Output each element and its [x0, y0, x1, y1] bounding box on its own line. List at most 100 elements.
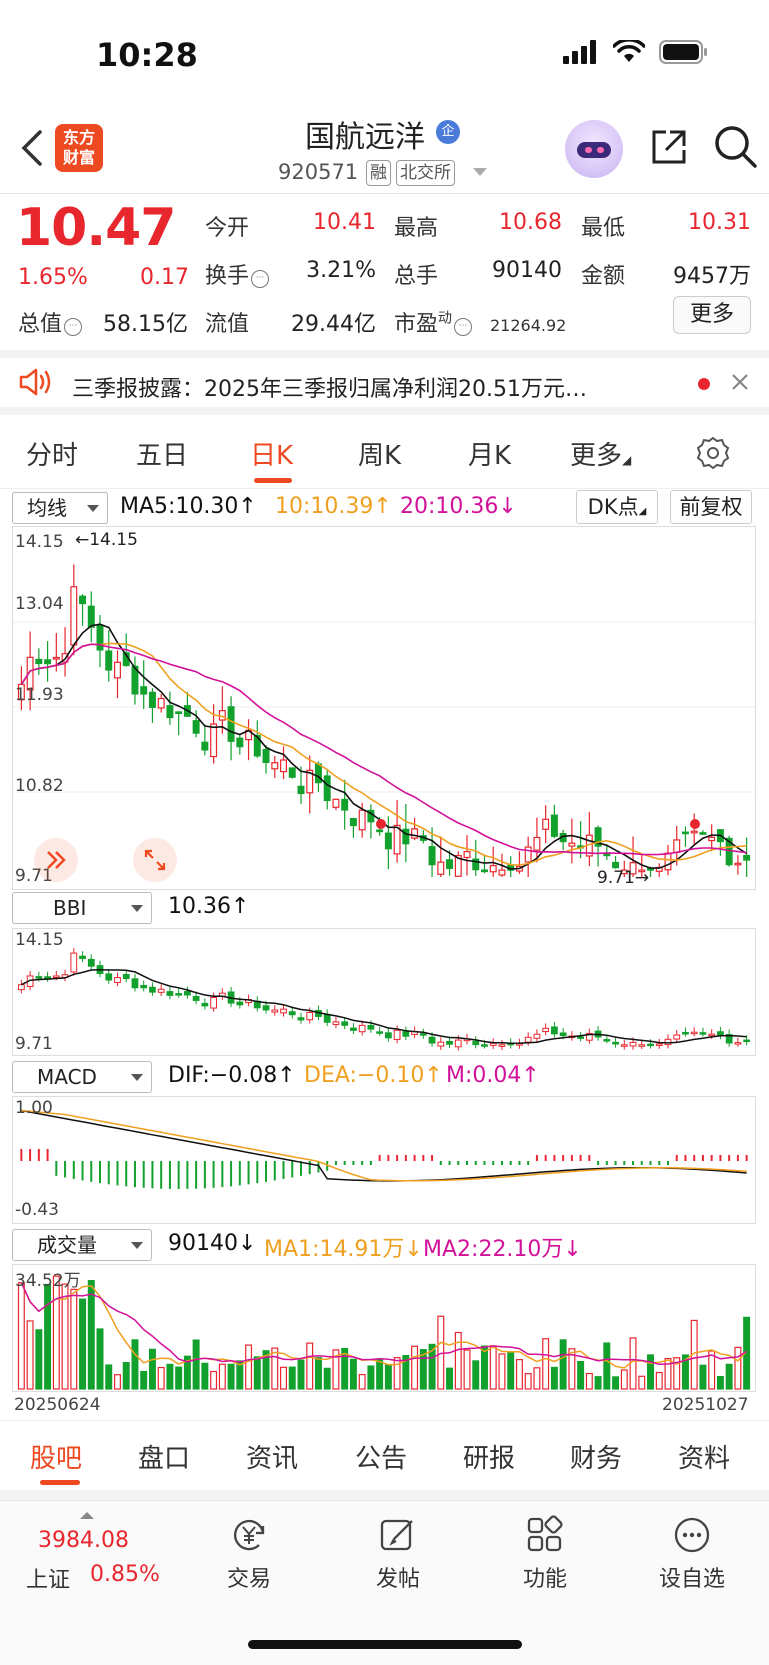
index-value[interactable]: 3984.08	[38, 1528, 129, 1553]
candle-body	[280, 759, 287, 773]
kline-chart	[13, 564, 755, 877]
kline-panel[interactable]	[12, 526, 756, 890]
trade-button[interactable]: 交易	[209, 1515, 289, 1593]
volume-bar	[708, 1350, 716, 1390]
signal-icon	[563, 40, 596, 64]
volume-bar	[620, 1369, 628, 1390]
bbi-panel[interactable]	[12, 928, 756, 1056]
tab-five-day[interactable]: 五日	[136, 435, 188, 472]
tab-more[interactable]: 更多◢	[570, 435, 631, 472]
index-name[interactable]: 上证	[26, 1562, 70, 1594]
candle-body	[96, 624, 104, 651]
function-button[interactable]: 功能	[505, 1515, 585, 1593]
bbi-axis-bottom: 9.71	[15, 1034, 53, 1054]
index-percent[interactable]: 0.85%	[90, 1562, 160, 1587]
volume-ma-line	[20, 1282, 748, 1369]
volume-bar	[105, 1364, 113, 1390]
volume-bar	[201, 1362, 209, 1390]
kline-axis-label: 11.93	[15, 685, 64, 705]
post-button[interactable]: 发帖	[358, 1515, 438, 1593]
volume-bar	[507, 1351, 515, 1390]
candle-body	[131, 978, 139, 989]
add-watchlist-button[interactable]: 设自选	[652, 1515, 732, 1593]
tab-profile[interactable]: 资料	[678, 1438, 730, 1475]
more-dots-icon	[674, 1517, 710, 1553]
chevron-down-icon[interactable]	[473, 168, 487, 176]
candle-body	[498, 869, 506, 876]
macd-panel[interactable]	[12, 1096, 756, 1224]
tab-weekly-k[interactable]: 周K	[358, 435, 401, 472]
search-icon[interactable]	[713, 124, 759, 174]
dk-point-button[interactable]: DK点◢	[576, 490, 658, 524]
tab-daily-k[interactable]: 日K	[250, 435, 293, 472]
tab-guba[interactable]: 股吧	[30, 1438, 82, 1475]
info-icon[interactable]: ···	[64, 318, 83, 336]
info-icon[interactable]: ···	[454, 318, 473, 336]
volume-bar	[253, 1356, 261, 1390]
volume-value: 90140	[492, 258, 562, 283]
volume-bar	[524, 1373, 532, 1390]
divider	[0, 407, 769, 415]
ma20-value: 20:10.36↓	[400, 494, 517, 519]
tab-announcements[interactable]: 公告	[355, 1438, 407, 1475]
low-label: 最低	[581, 216, 626, 241]
tab-pankou[interactable]: 盘口	[138, 1438, 190, 1475]
candle-body	[629, 1041, 637, 1047]
candle-body	[122, 973, 130, 980]
candle-body	[489, 1042, 497, 1046]
candle-body	[498, 1044, 506, 1047]
gear-icon[interactable]	[696, 436, 730, 474]
indicator-select-ma[interactable]: 均线	[12, 492, 108, 524]
macd-dea: DEA:−0.10↑	[304, 1063, 443, 1088]
info-icon[interactable]: ···	[251, 270, 270, 288]
candle-body	[542, 818, 550, 830]
tab-intraday[interactable]: 分时	[26, 435, 78, 472]
candle-body	[533, 1033, 541, 1039]
tab-finance[interactable]: 财务	[570, 1438, 622, 1475]
volume-axis-top: 34.52万	[15, 1271, 81, 1291]
more-button[interactable]: 更多	[673, 296, 751, 334]
fullscreen-button[interactable]	[133, 838, 177, 882]
chevron-up-icon[interactable]	[80, 1512, 94, 1519]
volume-bar	[227, 1363, 235, 1390]
volume-bar	[96, 1328, 104, 1390]
candle-body	[44, 976, 51, 979]
candle-body	[323, 1013, 331, 1023]
dif-line	[21, 1109, 747, 1182]
high-value: 10.68	[499, 210, 562, 235]
close-icon[interactable]	[730, 372, 750, 396]
expand-left-button[interactable]	[34, 838, 78, 882]
candle-body	[708, 1033, 716, 1037]
adjust-button[interactable]: 前复权	[670, 490, 752, 524]
volume-bar	[577, 1361, 585, 1390]
notice-text[interactable]: 三季报披露：2025年三季报归属净利润20.51万元…	[72, 371, 682, 403]
volume-bar	[550, 1366, 558, 1390]
back-icon[interactable]	[18, 128, 46, 172]
tab-monthly-k[interactable]: 月K	[468, 435, 511, 472]
tab-research[interactable]: 研报	[463, 1438, 515, 1475]
candle-body	[271, 762, 279, 770]
macd-axis-bottom: -0.43	[15, 1200, 59, 1220]
share-icon[interactable]	[648, 126, 690, 172]
volume-panel[interactable]	[12, 1264, 756, 1392]
volume-bar	[638, 1375, 646, 1390]
tab-news[interactable]: 资讯	[246, 1438, 298, 1475]
bbi-chart	[17, 948, 751, 1051]
indicator-select-volume[interactable]: 成交量	[12, 1229, 152, 1261]
robot-avatar[interactable]	[565, 120, 623, 178]
macd-m: M:0.04↑	[446, 1063, 540, 1088]
volume-chart	[17, 1275, 751, 1390]
brand-logo: 东方 财富	[55, 124, 103, 172]
volume-bar	[175, 1366, 183, 1390]
indicator-select-bbi[interactable]: BBI	[12, 892, 152, 924]
candle-body	[603, 853, 611, 857]
candle-body	[17, 984, 25, 991]
speaker-icon	[18, 366, 54, 402]
indicator-select-macd[interactable]: MACD	[12, 1061, 152, 1093]
candle-body	[428, 846, 436, 866]
volume-bar	[210, 1370, 218, 1390]
dea-line	[21, 1109, 747, 1182]
candle-body	[288, 767, 296, 778]
volume-bar	[17, 1282, 25, 1390]
volume-bar	[52, 1275, 60, 1390]
